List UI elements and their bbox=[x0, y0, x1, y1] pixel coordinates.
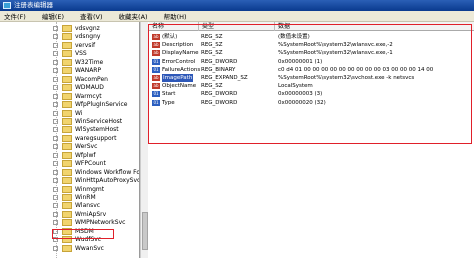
folder-icon bbox=[62, 160, 72, 168]
folder-icon bbox=[62, 109, 72, 117]
folder-icon bbox=[62, 84, 72, 92]
tree-item[interactable]: WwanSvc bbox=[0, 244, 139, 253]
title-bar: 注册表编辑器 bbox=[0, 0, 474, 11]
folder-icon bbox=[62, 219, 72, 227]
tree-scrollbar-thumb[interactable] bbox=[142, 212, 148, 250]
menu-help[interactable]: 帮助(H) bbox=[164, 11, 187, 21]
tree-item-label: WwanSvc bbox=[75, 244, 104, 252]
registry-key-tree[interactable]: vdsvgnz vdsngny vervsif VSS W32Time WANARP Wac… bbox=[0, 22, 140, 258]
folder-icon bbox=[62, 244, 72, 252]
folder-icon bbox=[62, 117, 72, 125]
menu-file[interactable]: 文件(F) bbox=[4, 11, 26, 21]
menu-favorites[interactable]: 收藏夹(A) bbox=[119, 11, 148, 21]
folder-icon bbox=[62, 143, 72, 151]
folder-icon bbox=[62, 194, 72, 201]
folder-icon bbox=[62, 75, 72, 83]
folder-icon bbox=[62, 67, 72, 75]
regedit-app-icon bbox=[3, 2, 11, 9]
folder-icon bbox=[62, 33, 72, 41]
folder-icon bbox=[62, 210, 72, 218]
folder-icon bbox=[62, 126, 72, 134]
folder-icon bbox=[62, 58, 72, 66]
window-title: 注册表编辑器 bbox=[14, 1, 53, 9]
annotation-red-frame bbox=[148, 24, 472, 144]
folder-icon bbox=[62, 202, 72, 210]
folder-icon bbox=[62, 25, 72, 32]
folder-icon bbox=[62, 50, 72, 58]
tree-scrollbar[interactable] bbox=[140, 22, 148, 258]
selected-key-highlight-box bbox=[52, 229, 114, 239]
folder-icon bbox=[62, 177, 72, 185]
folder-icon bbox=[62, 134, 72, 142]
folder-icon bbox=[62, 168, 72, 176]
menu-view[interactable]: 查看(V) bbox=[80, 11, 103, 21]
menu-edit[interactable]: 编辑(E) bbox=[42, 11, 64, 21]
menu-bar: 文件(F) 编辑(E) 查看(V) 收藏夹(A) 帮助(H) bbox=[0, 11, 474, 22]
folder-icon bbox=[62, 92, 72, 100]
tree-guide-line bbox=[56, 22, 57, 258]
folder-icon bbox=[62, 101, 72, 109]
folder-icon bbox=[62, 41, 72, 49]
folder-icon bbox=[62, 151, 72, 159]
folder-icon bbox=[62, 185, 72, 193]
